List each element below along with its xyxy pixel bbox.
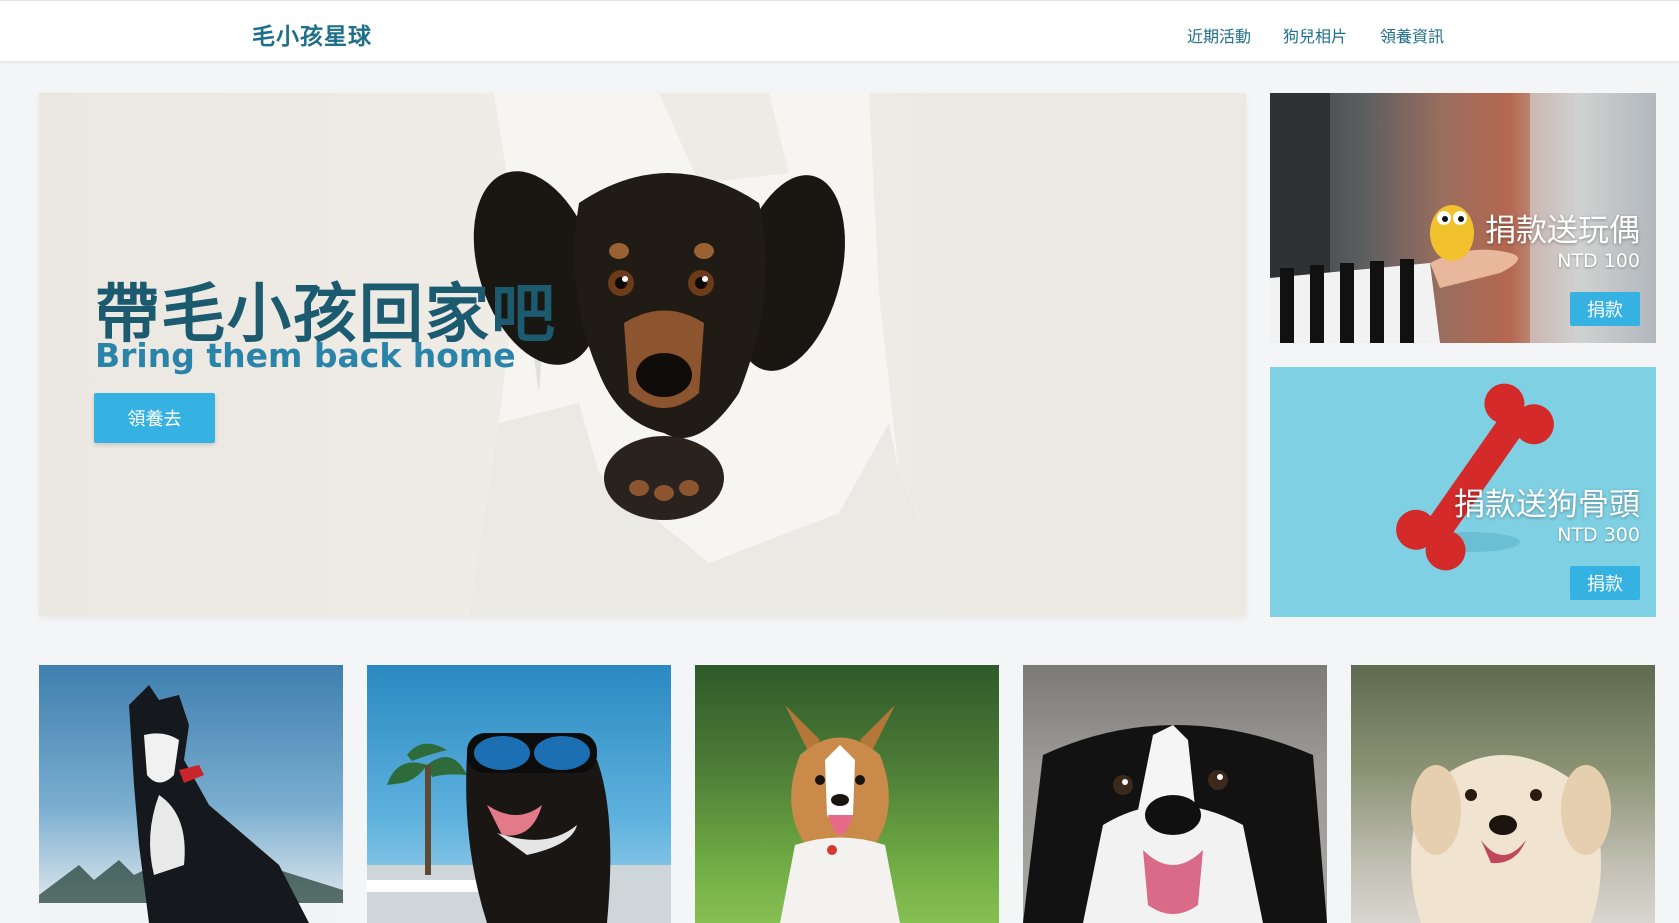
promo-card-bone: 捐款送狗骨頭 NTD 300 捐款 [1270,367,1656,617]
border-collie-snow-photo [39,685,343,923]
nav-link-dog-photos[interactable]: 狗兒相片 [1283,23,1347,47]
dog-sunglasses-photo [367,733,671,923]
promo-price: NTD 300 [1557,524,1640,546]
corgi-grass-photo [780,705,900,923]
donate-button[interactable]: 捐款 [1570,292,1640,326]
nav-link-events[interactable]: 近期活動 [1187,23,1251,47]
gallery-photo-2[interactable] [367,665,671,923]
collie-closeup-photo [1023,725,1327,923]
brand-logo[interactable]: 毛小孩星球 [252,17,372,51]
hero-subtitle: Bring them back home [95,336,516,375]
promo-title: 捐款送狗骨頭 [1454,487,1640,523]
hero-banner: 帶毛小孩回家吧 Bring them back home 領養去 [39,93,1246,616]
gallery-photo-4[interactable] [1023,665,1327,923]
promo-card-toy: 捐款送玩偶 NTD 100 捐款 [1270,93,1656,343]
promo-price: NTD 100 [1557,250,1640,272]
donate-button[interactable]: 捐款 [1570,566,1640,600]
promo-title: 捐款送玩偶 [1485,213,1640,249]
gallery-photo-1[interactable] [39,665,343,923]
gallery-photo-3[interactable] [695,665,999,923]
navbar: 毛小孩星球 近期活動 狗兒相片 領養資訊 [0,0,1679,61]
golden-retriever-photo [1411,755,1611,923]
gallery-photo-5[interactable] [1351,665,1655,923]
adopt-button[interactable]: 領養去 [94,393,215,443]
nav-link-adoption-info[interactable]: 領養資訊 [1380,23,1444,47]
